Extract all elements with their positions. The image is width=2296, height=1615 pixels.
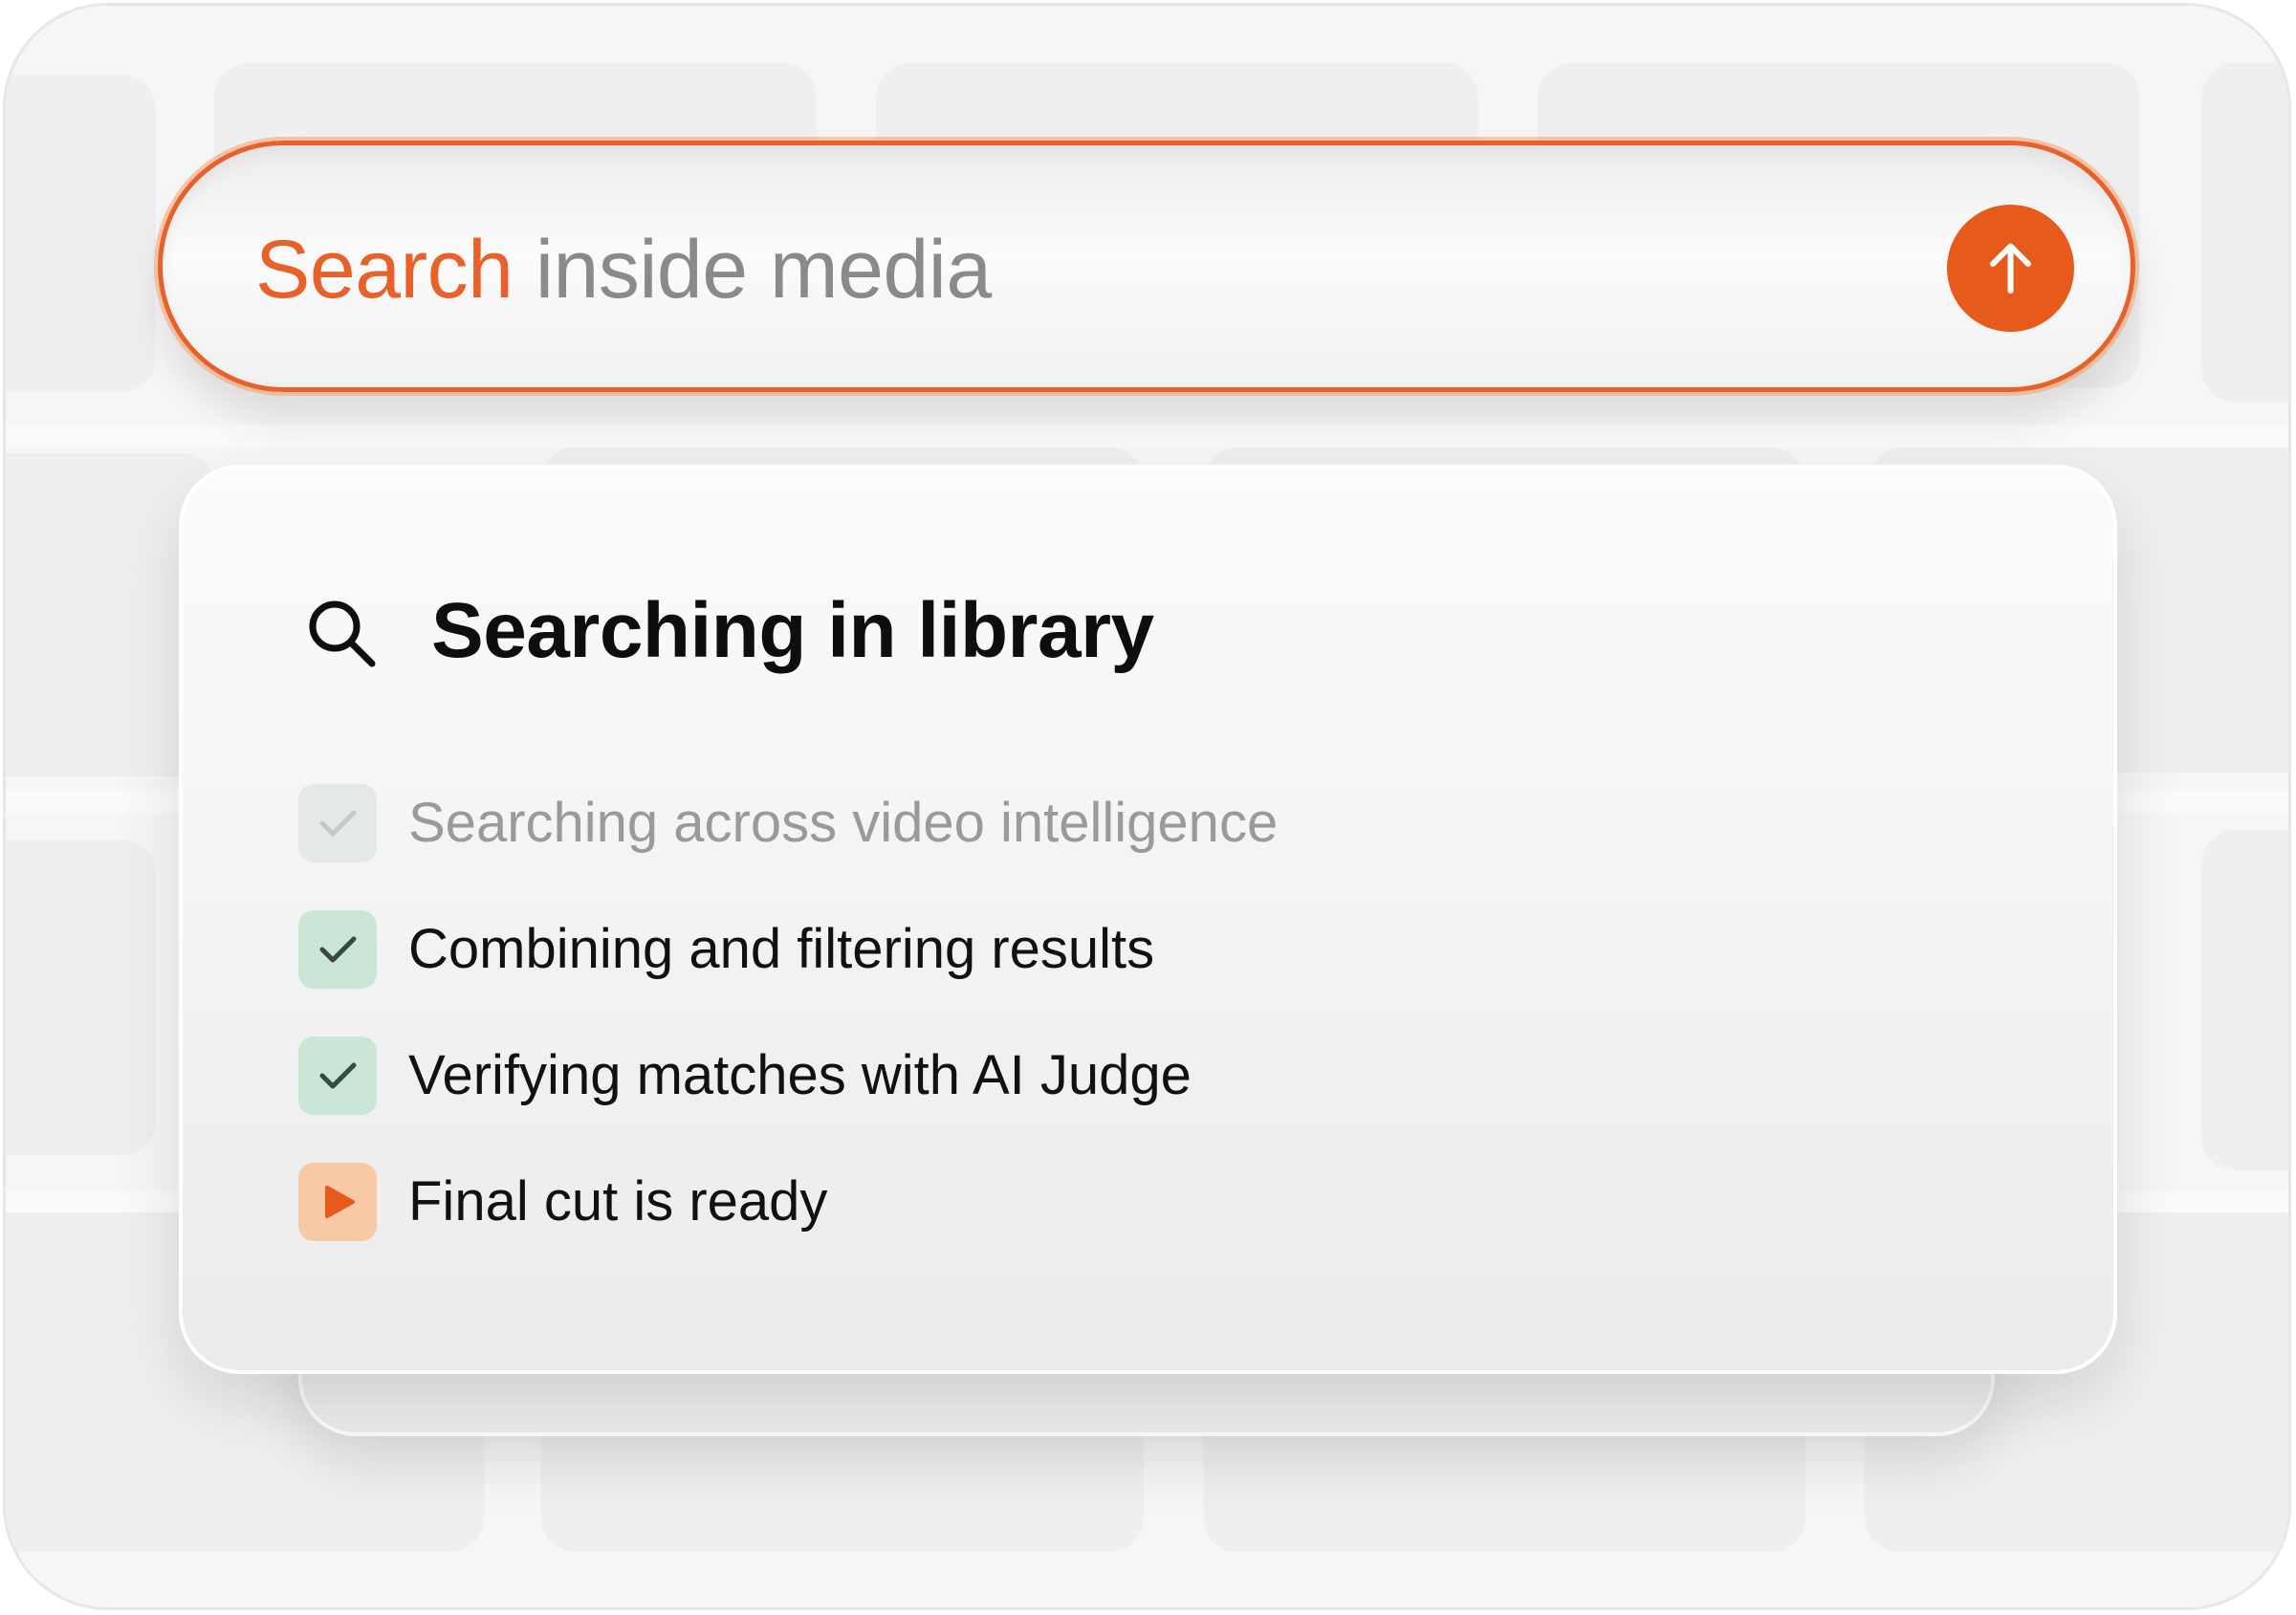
panel-title: Searching in library [431, 587, 1154, 674]
submit-button[interactable] [1947, 205, 2074, 332]
check-icon [319, 810, 357, 837]
step-label: Final cut is ready [408, 1170, 828, 1233]
background-tile [2201, 830, 2288, 1170]
search-icon [309, 600, 376, 667]
search-bar[interactable]: Search inside media [158, 141, 2135, 392]
background-tile [6, 75, 156, 392]
arrow-up-icon [1990, 243, 2031, 294]
background-tile [6, 840, 156, 1155]
step-label: Combining and filtering results [408, 918, 1155, 980]
step-status-box [298, 1037, 377, 1115]
background-tile [2201, 63, 2288, 403]
background-divider [6, 425, 2288, 447]
check-icon [319, 1062, 357, 1089]
step-status-box [298, 784, 377, 862]
step-label: Verifying matches with AI Judge [408, 1044, 1192, 1106]
step-status-box [298, 1163, 377, 1241]
check-icon [319, 936, 357, 963]
step-status-box [298, 910, 377, 989]
search-input[interactable]: Search inside media [255, 222, 992, 317]
search-progress-panel: Searching in library Searching across vi… [179, 465, 2117, 1374]
step-label: Searching across video intelligence [408, 792, 1279, 854]
search-rest-text: inside media [513, 224, 992, 316]
play-icon [325, 1186, 355, 1218]
search-highlight-text: Search [255, 224, 514, 316]
